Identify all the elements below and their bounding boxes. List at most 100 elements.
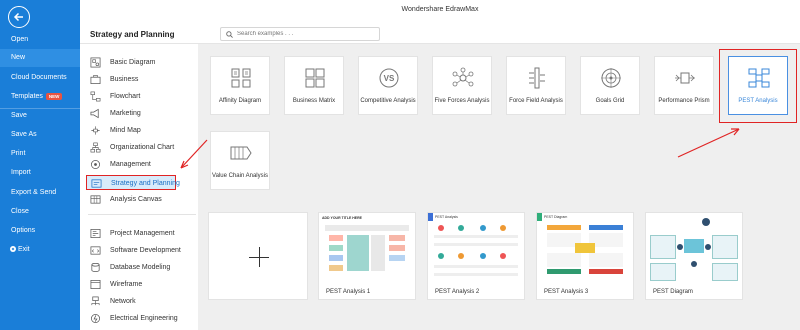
diagram-type-five-forces-analysis[interactable]: Five Forces Analysis — [432, 56, 492, 115]
category-label: Wireframe — [110, 281, 143, 288]
diagram-type-label: Performance Prism — [658, 98, 710, 104]
search-input[interactable] — [237, 29, 375, 39]
template-card[interactable]: PEST Diagram PEST Analysis 3 — [536, 212, 634, 300]
nav-close[interactable]: Close — [0, 203, 80, 221]
org-chart-icon — [90, 142, 101, 153]
thumbnail-title: ADD YOUR TITLE HERE — [322, 216, 362, 220]
category-analysis-canvas[interactable]: Analysis Canvas — [86, 192, 196, 207]
category-label: Marketing — [110, 110, 141, 117]
category-database-modeling[interactable]: Database Modeling — [86, 260, 196, 275]
diagram-type-label: Business Matrix — [292, 98, 336, 104]
highlight-box — [719, 49, 797, 123]
diagram-type-value-chain-analysis[interactable]: Value Chain Analysis — [210, 131, 270, 190]
category-label: Basic Diagram — [110, 59, 156, 66]
category-label: Electrical Engineering — [110, 315, 178, 322]
category-business[interactable]: Business — [86, 72, 196, 87]
force-field-icon — [529, 67, 545, 89]
management-icon — [91, 160, 100, 169]
category-flowchart[interactable]: Flowchart — [86, 89, 196, 104]
nav-exit[interactable]: Exit — [0, 241, 80, 259]
template-name: PEST Analysis 3 — [544, 289, 589, 295]
category-label: Organizational Chart — [110, 144, 175, 151]
new-badge: NEW — [45, 92, 63, 100]
diagram-type-performance-prism[interactable]: Performance Prism — [654, 56, 714, 115]
template-name: PEST Analysis 1 — [326, 289, 371, 295]
nav-exit-label: Exit — [17, 246, 30, 253]
flowchart-icon — [90, 91, 101, 102]
diagram-type-label: Five Forces Analysis — [434, 98, 490, 104]
nav-save-as[interactable]: Save As — [0, 126, 80, 144]
network-icon — [91, 296, 100, 306]
template-thumbnail: PEST Analysis — [428, 213, 524, 285]
diagram-type-force-field-analysis[interactable]: Force Field Analysis — [506, 56, 566, 115]
nav-import[interactable]: Import — [0, 164, 80, 182]
category-label: Software Development — [110, 247, 181, 254]
business-icon — [90, 75, 101, 84]
marketing-icon — [90, 108, 99, 119]
page-title: Strategy and Planning — [90, 30, 175, 39]
nav-templates-label: Templates — [11, 93, 43, 100]
template-thumbnail: PEST Diagram — [537, 213, 633, 285]
nav-cloud-documents[interactable]: Cloud Documents — [0, 69, 80, 87]
category-label: Network — [110, 298, 136, 305]
category-strategy-and-planning[interactable]: Strategy and Planning — [86, 175, 180, 190]
diagram-type-label: Affinity Diagram — [218, 98, 262, 104]
template-card[interactable]: PEST Analysis PEST Analysis 2 — [427, 212, 525, 300]
project-management-icon — [90, 229, 101, 238]
template-card[interactable]: ADD YOUR TITLE HERE PEST Analysis 1 — [318, 212, 416, 300]
template-thumbnail: ADD YOUR TITLE HERE — [319, 213, 415, 285]
nav-save[interactable]: Save — [0, 107, 80, 125]
category-management[interactable]: Management — [86, 157, 196, 172]
category-label: Project Management — [110, 230, 175, 237]
wireframe-icon — [90, 280, 101, 289]
category-label: Flowchart — [110, 93, 141, 100]
exit-icon — [10, 245, 16, 252]
category-label: Database Modeling — [110, 264, 171, 271]
category-label: Analysis Canvas — [110, 196, 162, 203]
nav-export-send[interactable]: Export & Send — [0, 184, 80, 202]
diagram-type-label: Value Chain Analysis — [212, 173, 268, 179]
category-label: Business — [110, 76, 139, 83]
category-divider — [88, 214, 196, 215]
template-thumbnail — [646, 213, 742, 285]
nav-print[interactable]: Print — [0, 145, 80, 163]
diagram-type-label: Force Field Analysis — [509, 98, 563, 104]
diagram-type-panel: Affinity Diagram Business Matrix VS Comp… — [198, 44, 800, 330]
category-software-development[interactable]: Software Development — [86, 243, 196, 258]
diagram-type-business-matrix[interactable]: Business Matrix — [284, 56, 344, 115]
competitive-analysis-icon: VS — [379, 68, 399, 88]
category-organizational-chart[interactable]: Organizational Chart — [86, 140, 196, 155]
affinity-diagram-icon — [231, 68, 251, 88]
basic-diagram-icon — [90, 57, 101, 68]
category-project-management[interactable]: Project Management — [86, 226, 196, 241]
nav-options[interactable]: Options — [0, 222, 80, 240]
diagram-type-competitive-analysis[interactable]: VS Competitive Analysis — [358, 56, 418, 115]
nav-new[interactable]: New — [0, 49, 80, 67]
nav-templates[interactable]: Templates NEW — [0, 88, 80, 106]
new-blank-button[interactable] — [208, 212, 308, 300]
category-list: Basic Diagram Business Flowchart Marketi… — [80, 44, 198, 330]
category-electrical-engineering[interactable]: Electrical Engineering — [86, 311, 196, 326]
category-mind-map[interactable]: Mind Map — [86, 123, 196, 138]
strategy-icon — [91, 179, 102, 188]
category-wireframe[interactable]: Wireframe — [86, 277, 196, 292]
category-marketing[interactable]: Marketing — [86, 106, 196, 121]
category-network[interactable]: Network — [86, 294, 196, 309]
search-box[interactable] — [220, 27, 380, 41]
svg-text:VS: VS — [384, 74, 395, 83]
plus-icon-vertical — [259, 247, 260, 267]
thumbnail-title: PEST Analysis — [435, 215, 458, 219]
diagram-type-goals-grid[interactable]: Goals Grid — [580, 56, 640, 115]
nav-open[interactable]: Open — [0, 31, 80, 49]
template-card[interactable]: PEST Diagram — [645, 212, 743, 300]
category-label: Strategy and Planning — [111, 180, 180, 187]
thumbnail-title: PEST Diagram — [544, 215, 568, 219]
category-basic-diagram[interactable]: Basic Diagram — [86, 55, 196, 70]
diagram-type-affinity-diagram[interactable]: Affinity Diagram — [210, 56, 270, 115]
five-forces-icon — [452, 67, 474, 87]
search-icon — [226, 31, 233, 38]
value-chain-icon — [230, 146, 252, 160]
category-label: Mind Map — [110, 127, 141, 134]
goals-grid-icon — [601, 68, 621, 88]
category-label: Management — [110, 161, 151, 168]
